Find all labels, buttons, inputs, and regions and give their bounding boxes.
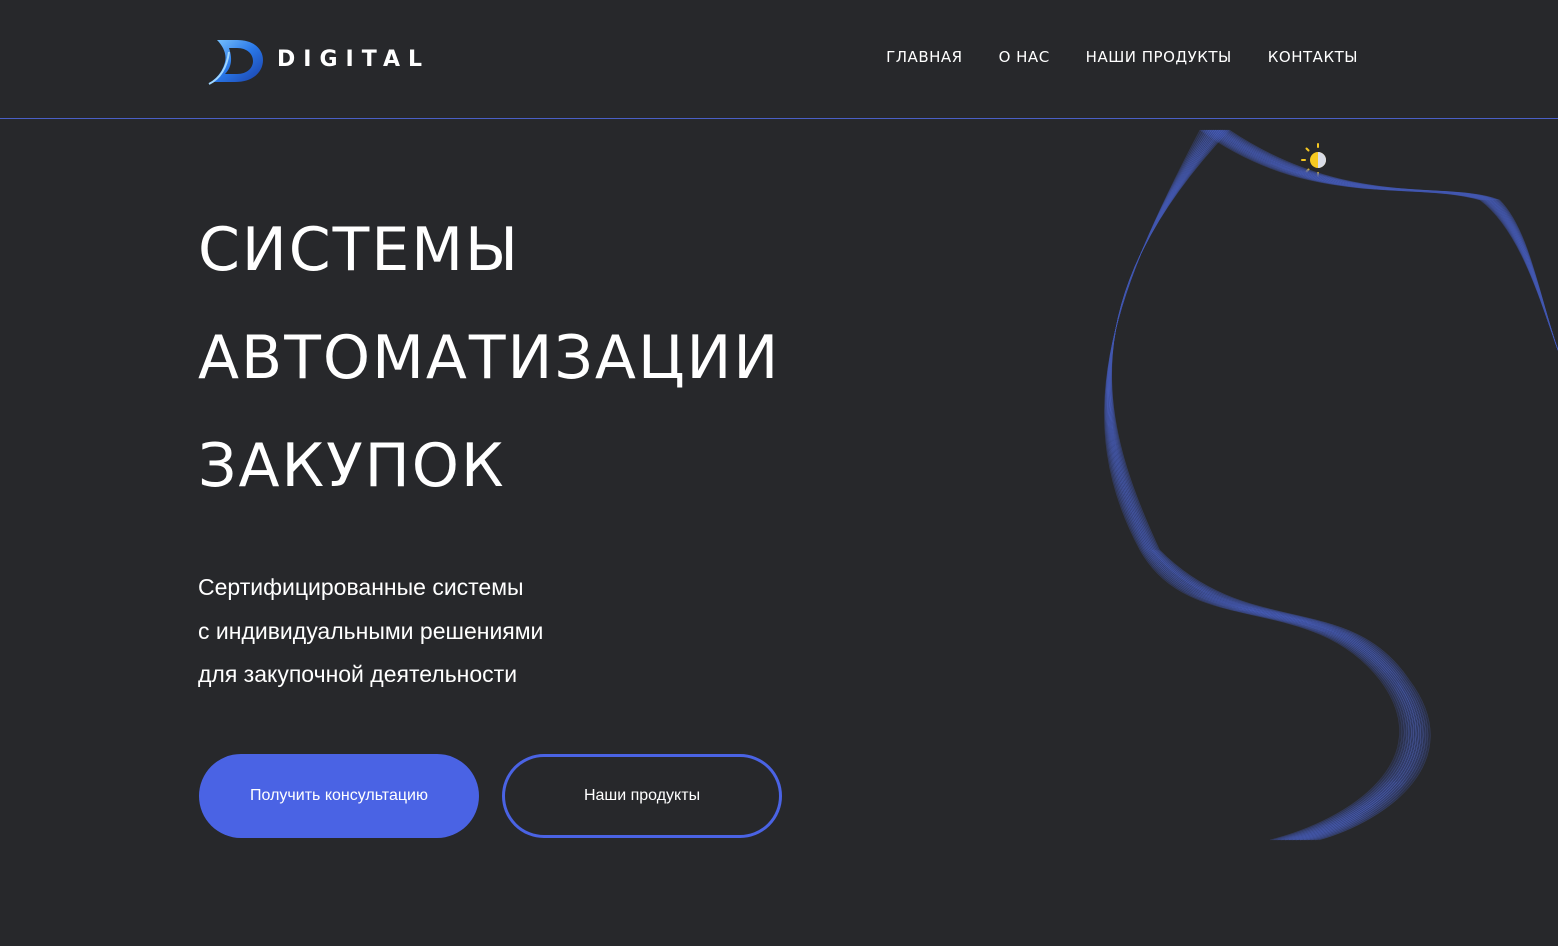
wave-line xyxy=(1106,129,1558,841)
wave-line xyxy=(1107,129,1558,841)
logo[interactable]: DIGITAL xyxy=(207,32,430,86)
wave-line xyxy=(1104,129,1558,841)
wave-line xyxy=(1105,129,1558,841)
wave-line xyxy=(1106,129,1558,841)
wave-line xyxy=(1111,129,1558,841)
hero-subtitle-line: с индивидуальными решениями xyxy=(198,617,544,644)
our-products-button[interactable]: Наши продукты xyxy=(502,754,782,838)
logo-text: DIGITAL xyxy=(277,46,431,72)
wave-line xyxy=(1105,129,1558,841)
hero-title-line: ЗАКУПОК xyxy=(198,431,506,501)
wave-line xyxy=(1111,129,1558,841)
wave-line xyxy=(1104,129,1558,841)
wave-line xyxy=(1109,129,1558,841)
wave-line xyxy=(1110,129,1558,841)
main-nav: ГЛАВНАЯ О НАС НАШИ ПРОДУКТЫ КОНТАКТЫ xyxy=(886,48,1358,66)
wave-line xyxy=(1104,129,1558,841)
wave-line xyxy=(1111,129,1558,841)
hero-subtitle-line: для закупочной деятельности xyxy=(198,661,518,687)
wave-line xyxy=(1109,129,1558,841)
wave-line xyxy=(1110,129,1558,841)
digital-logo-icon xyxy=(208,40,263,85)
wave-line xyxy=(1110,129,1558,841)
hero-title-line: АВТОМАТИЗАЦИИ xyxy=(198,323,781,393)
hero-title-line: СИСТЕМЫ xyxy=(198,215,520,285)
wave-line xyxy=(1104,129,1558,841)
wave-line xyxy=(1110,129,1558,841)
wave-line xyxy=(1107,129,1558,841)
get-consultation-button[interactable]: Получить консультацию xyxy=(199,754,479,838)
wave-line xyxy=(1108,129,1558,841)
wave-line xyxy=(1111,129,1558,841)
wave-line xyxy=(1105,129,1558,841)
wave-line xyxy=(1109,129,1558,841)
wave-line xyxy=(1107,129,1558,841)
wave-line xyxy=(1106,129,1558,841)
wave-line xyxy=(1107,129,1558,841)
nav-item-home[interactable]: ГЛАВНАЯ xyxy=(886,48,962,66)
nav-item-contacts[interactable]: КОНТАКТЫ xyxy=(1268,48,1358,66)
nav-item-about[interactable]: О НАС xyxy=(999,48,1050,66)
wave-line xyxy=(1108,129,1558,841)
wave-line xyxy=(1109,129,1558,841)
wave-line xyxy=(1110,129,1558,841)
wave-line xyxy=(1108,129,1558,841)
site-header: DIGITAL ГЛАВНАЯ О НАС НАШИ ПРОДУКТЫ КОНТ… xyxy=(0,0,1558,119)
wave-line xyxy=(1107,129,1558,841)
nav-item-products[interactable]: НАШИ ПРОДУКТЫ xyxy=(1086,48,1232,66)
hero-subtitle-line: Сертифицированные системы xyxy=(198,574,524,600)
wave-line xyxy=(1110,129,1558,841)
decorative-waves xyxy=(1104,129,1558,841)
wave-line xyxy=(1107,129,1558,841)
hero-subtitle: Сертифицированные системы с индивидуальн… xyxy=(198,566,543,697)
wave-line xyxy=(1105,129,1558,841)
wave-line xyxy=(1109,129,1558,841)
wave-line xyxy=(1108,129,1558,841)
wave-line xyxy=(1110,129,1558,841)
wave-line xyxy=(1106,129,1558,841)
wave-line xyxy=(1108,129,1558,841)
hero-title: СИСТЕМЫ АВТОМАТИЗАЦИИ ЗАКУПОК xyxy=(198,196,780,520)
wave-line xyxy=(1109,129,1558,841)
